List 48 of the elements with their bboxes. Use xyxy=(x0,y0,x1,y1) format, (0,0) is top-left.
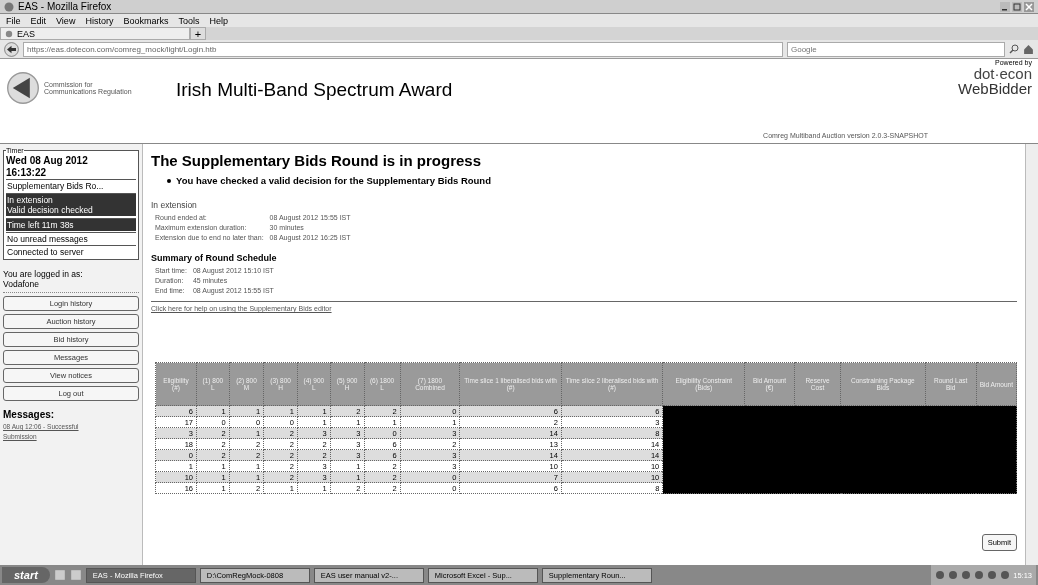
section-title: In extension xyxy=(151,200,198,210)
minimize-icon[interactable] xyxy=(1000,1,1010,12)
status-text: Supplementary Bids Ro... xyxy=(7,181,105,191)
window-title: EAS - Mozilla Firefox xyxy=(18,1,113,12)
maximize-icon[interactable] xyxy=(1012,1,1022,12)
user-name: Vodafone xyxy=(3,279,40,289)
tray-icon[interactable] xyxy=(961,570,972,580)
menu-item[interactable]: Edit xyxy=(30,15,47,26)
tray-icon[interactable] xyxy=(1000,570,1011,580)
status-text: Time left 11m 38s xyxy=(7,220,75,230)
menu-item[interactable]: File xyxy=(6,15,21,26)
menu-item[interactable]: Tools xyxy=(178,15,200,26)
status-text: Valid decision checked xyxy=(7,205,94,215)
tray-icon[interactable] xyxy=(974,570,985,580)
site-title: Irish Multi-Band Spectrum Award xyxy=(176,79,454,101)
address-field[interactable]: https://eas.dotecon.com/comreg_mock/light/Login.htb xyxy=(23,41,783,57)
notice-text: You have checked a valid decision for the Supplementary Bids Round xyxy=(176,175,491,186)
menu-item[interactable]: Bookmarks xyxy=(123,15,169,26)
tray-icon[interactable] xyxy=(935,570,946,580)
timer-time: 16:13:22 xyxy=(6,167,48,179)
scrollbar[interactable] xyxy=(1025,144,1038,565)
search-field[interactable]: Google xyxy=(787,41,1005,57)
back-icon[interactable] xyxy=(4,41,19,57)
bullet-icon xyxy=(167,178,171,183)
brand-logo: dot·econ xyxy=(973,66,1032,81)
tray-icon[interactable] xyxy=(987,570,998,580)
search-icon[interactable] xyxy=(1009,44,1019,54)
quick-launch-icon[interactable] xyxy=(69,569,82,581)
status-text: Connected to server xyxy=(7,247,85,257)
page-heading: The Supplementary Bids Round is in progress xyxy=(151,152,483,169)
tray-icon[interactable] xyxy=(948,570,959,580)
product-logo: WebBidder xyxy=(958,81,1032,96)
menu-item[interactable]: View xyxy=(56,15,76,26)
login-label: You are logged in as: xyxy=(3,269,84,279)
new-tab-button[interactable]: + xyxy=(190,27,206,40)
start-button[interactable]: start xyxy=(2,567,50,583)
messages-label: Messages: xyxy=(3,409,56,420)
quick-launch-icon[interactable] xyxy=(53,569,66,581)
timer-date: Wed 08 Aug 2012 xyxy=(6,155,89,167)
browser-tab[interactable]: EAS xyxy=(0,27,190,40)
logo-icon xyxy=(6,71,40,105)
section-title: Summary of Round Schedule xyxy=(151,253,278,263)
close-icon[interactable] xyxy=(1024,1,1034,12)
menu-item[interactable]: History xyxy=(85,15,114,26)
home-icon[interactable] xyxy=(1023,43,1034,55)
menu-item[interactable]: Help xyxy=(209,15,228,26)
status-text: In extension xyxy=(7,195,54,205)
status-text: No unread messages xyxy=(7,234,89,244)
